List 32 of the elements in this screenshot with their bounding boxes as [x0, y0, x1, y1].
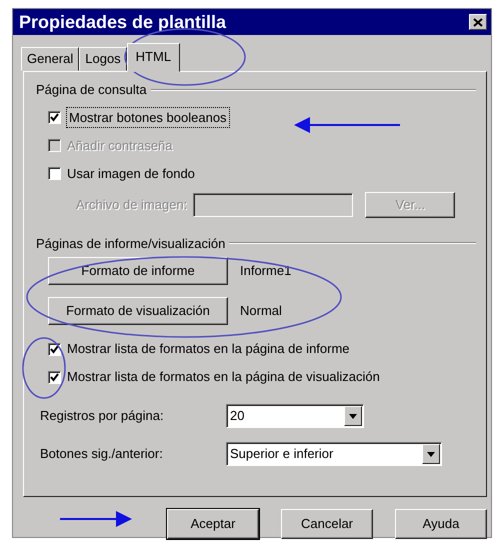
checkbox-label: Mostrar botones booleanos — [67, 108, 229, 128]
close-icon — [473, 18, 483, 26]
checkbox[interactable] — [48, 370, 61, 384]
tab[interactable]: General — [21, 47, 80, 71]
format-value: Normal — [240, 302, 282, 320]
window-title: Propiedades de plantilla — [19, 10, 226, 34]
dialog-button[interactable]: Aceptar — [167, 509, 259, 539]
format-value: Informe1 — [240, 262, 292, 280]
group-label: Página de consulta — [36, 81, 147, 99]
group-label: Páginas de informe/visualización — [36, 234, 226, 253]
checkbox-label: Mostrar lista de formatos en la página de visualización — [67, 368, 380, 386]
checkbox-label: Añadir contraseña — [67, 136, 173, 155]
checkbox-label: Usar imagen de fondo — [67, 164, 195, 183]
dropdown[interactable]: Superior e inferior — [226, 442, 442, 466]
checkbox-label: Mostrar lista de formatos en la página de informe — [67, 340, 350, 358]
field-label: Archivo de imagen: — [76, 196, 188, 214]
tab[interactable]: HTML — [126, 43, 180, 72]
dropdown[interactable]: 20 — [226, 404, 364, 428]
format-button[interactable]: Formato de informe — [48, 257, 228, 285]
checkbox[interactable] — [48, 342, 61, 356]
checkbox[interactable] — [48, 167, 61, 180]
field-label: Registros por página: — [40, 407, 165, 426]
format-button[interactable]: Formato de visualización — [48, 297, 228, 325]
dialog-button[interactable]: Cancelar — [281, 509, 373, 539]
checkbox[interactable] — [48, 111, 61, 124]
annotation-arrow — [60, 511, 132, 527]
caret-icon — [349, 414, 357, 418]
dialog-button[interactable]: Ayuda — [395, 509, 487, 539]
close-button[interactable] — [469, 14, 487, 30]
tab[interactable]: Logos — [79, 47, 127, 71]
field-label: Botones sig./anterior: — [40, 445, 164, 464]
caret-icon — [427, 452, 435, 456]
